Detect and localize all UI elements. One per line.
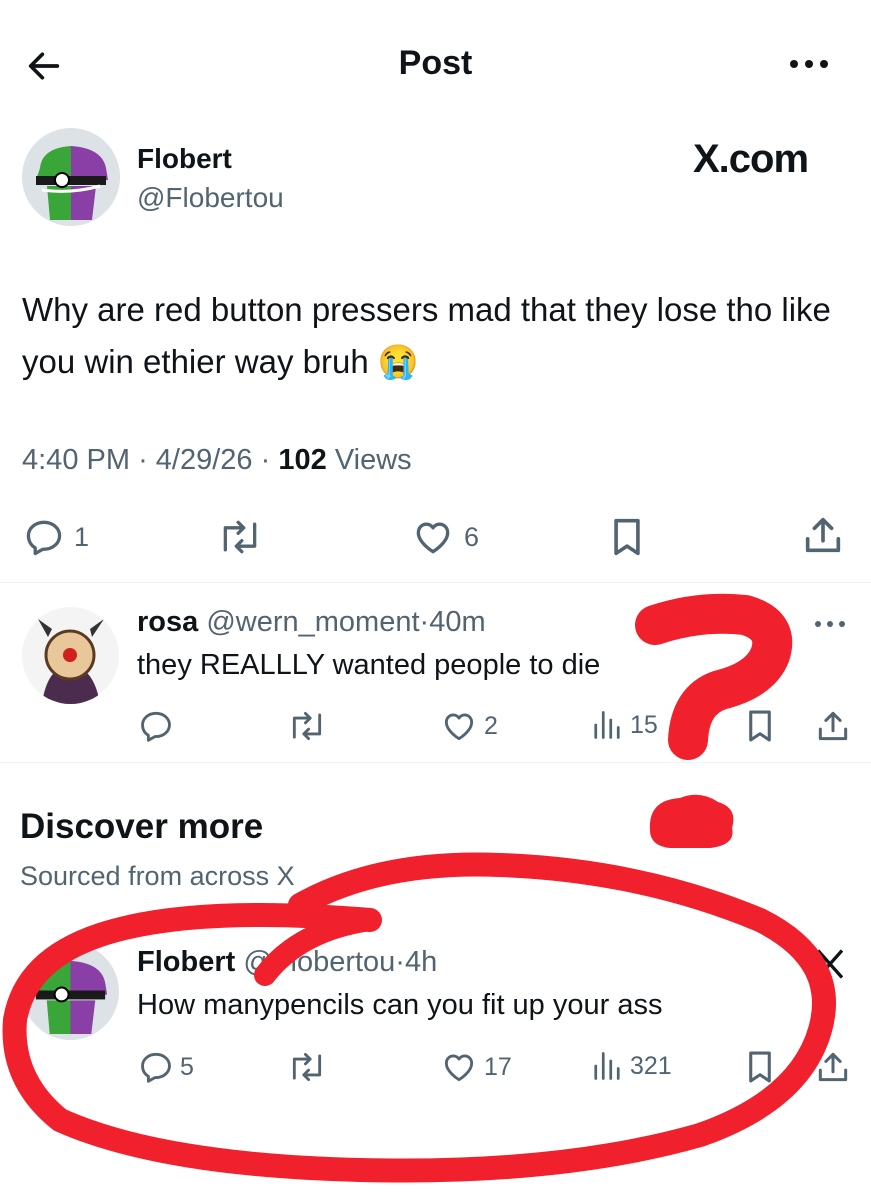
discover-reply-count: 5 — [180, 1052, 194, 1081]
reply-icon — [141, 711, 171, 742]
avatar-image — [22, 607, 119, 704]
reply-text: they REALLLY wanted people to die — [137, 649, 601, 681]
avatar-image — [22, 943, 119, 1040]
discover-like-count: 17 — [484, 1052, 512, 1081]
post-text: Why are red button pressers mad that the… — [22, 291, 831, 380]
reply-count: 1 — [74, 521, 90, 552]
post-meta: 4:40 PM · 4/29/26 · 102 Views — [22, 444, 412, 477]
reply-like-count: 2 — [484, 711, 498, 740]
reply-author-handle[interactable]: @wern_moment — [206, 606, 419, 638]
discover-author-handle[interactable]: @Flobertou — [243, 946, 395, 978]
share-icon — [818, 1052, 848, 1082]
more-horizontal-icon — [790, 60, 828, 68]
repost-icon — [292, 711, 322, 741]
share-icon — [805, 517, 841, 553]
author-handle[interactable]: @Flobertou — [137, 182, 284, 214]
watermark: X.com — [693, 137, 809, 181]
repost-icon — [292, 1052, 322, 1082]
discover-like-button[interactable]: 17 — [439, 1048, 512, 1086]
section-subtitle: Sourced from across X — [20, 861, 295, 891]
views-icon — [594, 1052, 620, 1080]
reply-views-button[interactable]: 15 — [592, 707, 658, 743]
heart-icon — [444, 1054, 474, 1082]
reply-views-count: 15 — [630, 710, 658, 739]
discover-time[interactable]: 4h — [405, 946, 437, 978]
views-label[interactable]: Views — [335, 444, 412, 476]
divider — [0, 762, 871, 763]
views-count: 102 — [278, 444, 327, 476]
meta-separator: · — [138, 444, 148, 476]
discover-reply-button[interactable]: 5 — [137, 1048, 194, 1086]
repost-icon — [223, 520, 257, 554]
meta-separator: · — [395, 946, 405, 978]
post-date: 4/29/26 — [155, 444, 253, 476]
meta-separator: · — [419, 606, 430, 638]
reply-icon — [26, 520, 62, 556]
reply-share-button[interactable] — [814, 706, 852, 746]
heart-icon — [444, 713, 474, 741]
discover-bookmark-button[interactable] — [743, 1048, 777, 1086]
like-count: 6 — [464, 521, 480, 552]
section-title: Discover more — [20, 807, 264, 846]
avatar-image — [22, 128, 120, 226]
bookmark-icon — [749, 710, 771, 742]
discover-views-button[interactable]: 321 — [592, 1048, 672, 1084]
reply-icon — [141, 1052, 171, 1083]
repost-button[interactable] — [216, 515, 264, 559]
divider — [0, 582, 871, 583]
reply-more-button[interactable] — [812, 617, 848, 631]
discover-share-button[interactable] — [814, 1047, 852, 1087]
more-horizontal-icon — [815, 621, 845, 627]
discover-author-name[interactable]: Flobert — [137, 946, 235, 978]
reply-time[interactable]: 40m — [429, 606, 485, 638]
discover-views-count: 321 — [630, 1051, 672, 1080]
bookmark-icon — [614, 518, 640, 556]
like-button[interactable]: 6 — [410, 515, 479, 559]
page-title: Post — [398, 44, 473, 82]
meta-separator: · — [260, 444, 271, 476]
reply-header: rosa @wern_moment·40m — [137, 606, 486, 639]
avatar[interactable] — [22, 943, 119, 1040]
reply-author-name[interactable]: rosa — [137, 606, 198, 638]
avatar[interactable] — [22, 607, 119, 704]
author-name[interactable]: Flobert — [137, 143, 232, 175]
reply-reply-button[interactable] — [137, 707, 175, 745]
bookmark-button[interactable] — [607, 515, 647, 559]
bookmark-icon — [749, 1051, 771, 1083]
more-button[interactable] — [786, 54, 832, 74]
heart-icon — [416, 522, 450, 554]
reply-repost-button[interactable] — [286, 707, 328, 745]
x-logo-icon — [812, 946, 848, 982]
reply-button[interactable]: 1 — [22, 515, 89, 559]
share-icon — [818, 711, 848, 741]
reply-like-button[interactable]: 2 — [439, 707, 498, 745]
reply-bookmark-button[interactable] — [743, 707, 777, 745]
discover-post-header: Flobert @Flobertou·4h — [137, 946, 437, 979]
avatar[interactable] — [22, 128, 120, 226]
views-icon — [594, 711, 620, 739]
discover-repost-button[interactable] — [286, 1048, 328, 1086]
question-mark-dot — [649, 794, 734, 848]
discover-post-text: How manypencils can you fit up your ass — [137, 989, 663, 1021]
share-button[interactable] — [800, 512, 846, 558]
post-time: 4:40 PM — [22, 444, 130, 476]
